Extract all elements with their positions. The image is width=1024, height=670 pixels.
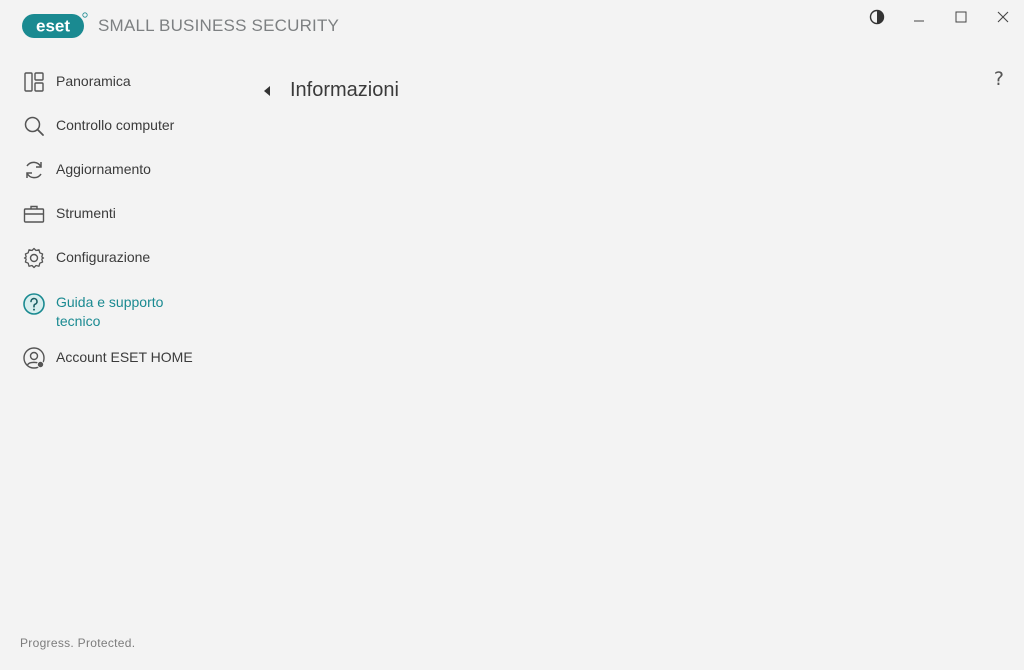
sidebar-item-controllo-computer[interactable]: Controllo computer	[0, 104, 230, 148]
sidebar-item-panoramica[interactable]: Panoramica	[0, 60, 230, 104]
page-title: Informazioni	[290, 79, 399, 102]
page-header: Informazioni	[262, 66, 399, 116]
eset-logo: eset	[22, 12, 88, 38]
title-bar: eset SMALL BUSINESS SECURITY	[0, 0, 1024, 52]
brand: eset SMALL BUSINESS SECURITY	[22, 12, 339, 40]
sidebar: Panoramica Controllo computer Aggiorname…	[0, 60, 230, 380]
sidebar-item-label: Strumenti	[56, 205, 116, 221]
sidebar-item-account-eset-home[interactable]: Account ESET HOME	[0, 336, 230, 380]
sidebar-item-guida-supporto[interactable]: Guida e supporto tecnico	[0, 280, 230, 336]
sidebar-item-label: Account ESET HOME	[56, 349, 193, 365]
window-controls	[856, 0, 1024, 34]
svg-text:eset: eset	[36, 17, 70, 36]
help-button[interactable]: ?	[994, 68, 1004, 90]
help-circle-icon	[23, 293, 45, 315]
close-button[interactable]	[982, 0, 1024, 34]
footer-tagline: Progress. Protected.	[20, 636, 136, 650]
sidebar-item-label: Controllo computer	[56, 117, 175, 133]
minimize-button[interactable]	[898, 0, 940, 34]
sidebar-item-label: Guida e supporto tecnico	[56, 294, 164, 329]
sidebar-item-aggiornamento[interactable]: Aggiornamento	[0, 148, 230, 192]
search-icon	[24, 116, 44, 136]
briefcase-icon	[23, 205, 45, 223]
back-arrow-icon	[264, 85, 270, 96]
maximize-icon	[955, 11, 967, 23]
minimize-icon	[914, 20, 924, 22]
sidebar-item-strumenti[interactable]: Strumenti	[0, 192, 230, 236]
theme-toggle-button[interactable]	[856, 0, 898, 34]
sidebar-item-configurazione[interactable]: Configurazione	[0, 236, 230, 280]
sidebar-item-label: Configurazione	[56, 249, 151, 265]
sidebar-item-label: Panoramica	[56, 73, 131, 89]
gear-icon	[23, 247, 45, 269]
refresh-icon	[26, 161, 42, 179]
dashboard-icon	[24, 72, 44, 92]
back-button[interactable]	[262, 77, 276, 105]
account-icon	[23, 347, 45, 369]
contrast-icon	[869, 9, 885, 25]
maximize-button[interactable]	[940, 0, 982, 34]
close-icon	[997, 11, 1009, 23]
product-name: SMALL BUSINESS SECURITY	[98, 16, 340, 35]
sidebar-item-label: Aggiornamento	[56, 161, 151, 177]
